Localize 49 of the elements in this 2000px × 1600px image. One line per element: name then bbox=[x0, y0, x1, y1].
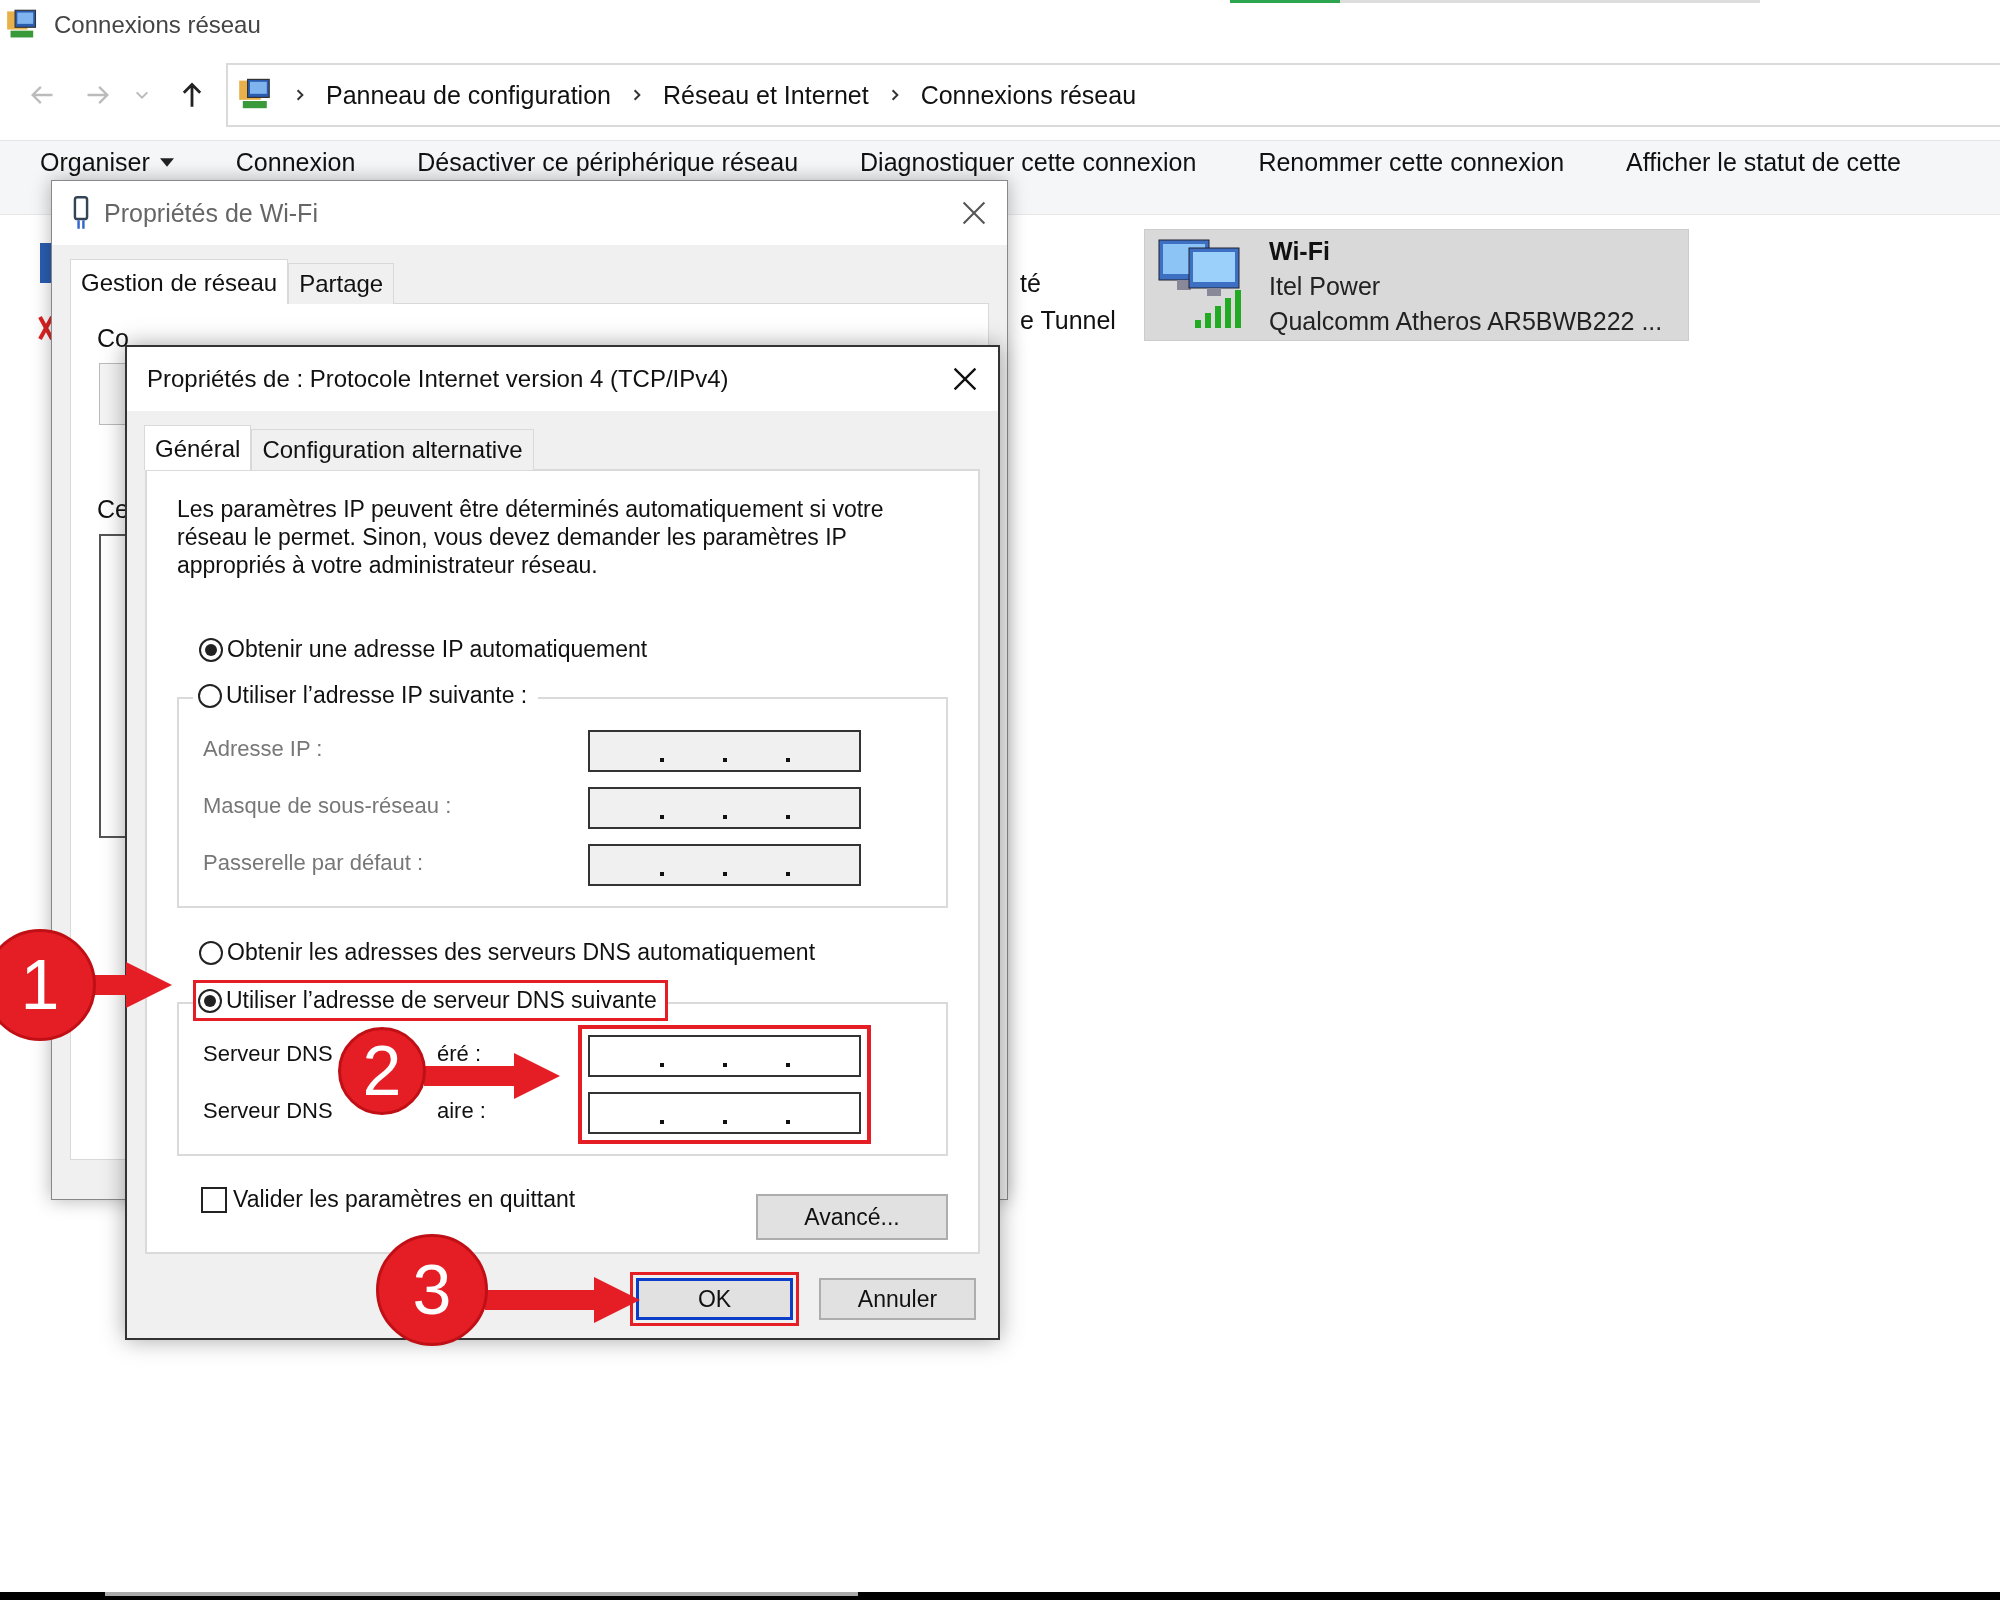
advanced-button[interactable]: Avancé... bbox=[756, 1194, 948, 1240]
field-label: Masque de sous-réseau : bbox=[203, 793, 452, 818]
tab[interactable]: Partage bbox=[288, 263, 395, 304]
connection-detail: té bbox=[1020, 269, 1042, 298]
radio-option[interactable]: Utiliser l’adresse de serveur DNS suivante bbox=[193, 980, 668, 1021]
field-label: Serveur DNS bbox=[203, 1098, 333, 1123]
toolbar-button[interactable]: Désactiver ce périphérique réseau bbox=[417, 148, 799, 177]
connection-detail: e Tunnel bbox=[1020, 306, 1117, 335]
field-label: Passerelle par défaut : bbox=[203, 850, 424, 875]
toolbar-button[interactable]: Afficher le statut de cette bbox=[1626, 148, 1901, 177]
radio-button[interactable] bbox=[198, 683, 222, 708]
address-bar[interactable]: Panneau de configuration Réseau et Internet Connexions réseau bbox=[226, 63, 2000, 127]
cancel-button[interactable]: Annuler bbox=[819, 1278, 976, 1320]
radio-button[interactable] bbox=[198, 988, 222, 1013]
toolbar-button[interactable]: Diagnostiquer cette connexion bbox=[860, 148, 1197, 177]
window-title: Connexions réseau bbox=[54, 11, 261, 39]
toolbar-button[interactable]: Organiser bbox=[40, 148, 174, 177]
dialog-title: Propriétés de : Protocole Internet version 4 (TCP/IPv4) bbox=[147, 365, 729, 393]
field-label: Adresse IP : bbox=[203, 736, 323, 761]
wifi-connection-item[interactable]: Wi-Fi Itel Power Qualcomm Atheros AR5BWB222 ... bbox=[1144, 229, 1689, 341]
dialog-title: Propriétés de Wi-Fi bbox=[104, 198, 318, 228]
adapter-name: Qualcomm Atheros AR5BWB222 ... bbox=[1269, 306, 1663, 337]
breadcrumb-item[interactable]: Réseau et Internet bbox=[662, 80, 869, 110]
breadcrumb-item[interactable]: Connexions réseau bbox=[920, 80, 1137, 110]
chevron-right-icon bbox=[294, 87, 306, 103]
breadcrumb-item[interactable]: Panneau de configuration bbox=[326, 80, 611, 110]
connection-name: Wi-Fi bbox=[1269, 236, 1331, 267]
radio-button[interactable] bbox=[199, 637, 223, 662]
ip-address-field[interactable] bbox=[588, 1092, 861, 1134]
ok-button[interactable]: OK bbox=[636, 1278, 793, 1320]
section-label: Co bbox=[97, 324, 130, 353]
ip-address-field[interactable] bbox=[588, 1035, 861, 1077]
error-x-icon bbox=[38, 313, 52, 343]
caret-icon bbox=[159, 158, 174, 167]
field-label: aire : bbox=[437, 1098, 486, 1124]
adapter-icon bbox=[72, 196, 90, 230]
radio-button[interactable] bbox=[199, 940, 223, 965]
toolbar-button[interactable]: Renommer cette connexion bbox=[1258, 148, 1565, 177]
tab[interactable]: Configuration alternative bbox=[251, 429, 534, 470]
tab[interactable]: Gestion de réseau bbox=[70, 259, 289, 304]
field-label: éré : bbox=[437, 1041, 482, 1067]
description-text: Les paramètres IP peuvent être déterminés automatiquement si votre réseau le permet. Sinon, vous devez demander les paramètres IP appropriés à votre administrateur réseau. bbox=[177, 495, 885, 579]
field-label: Serveur DNS bbox=[203, 1041, 333, 1066]
tab[interactable]: Général bbox=[144, 425, 252, 470]
validate-checkbox[interactable]: Valider les paramètres en quittant bbox=[201, 1186, 576, 1213]
checkbox[interactable] bbox=[201, 1186, 227, 1213]
close-icon[interactable] bbox=[952, 366, 978, 392]
toolbar-button[interactable]: Connexion bbox=[235, 148, 356, 177]
network-name: Itel Power bbox=[1269, 271, 1382, 302]
